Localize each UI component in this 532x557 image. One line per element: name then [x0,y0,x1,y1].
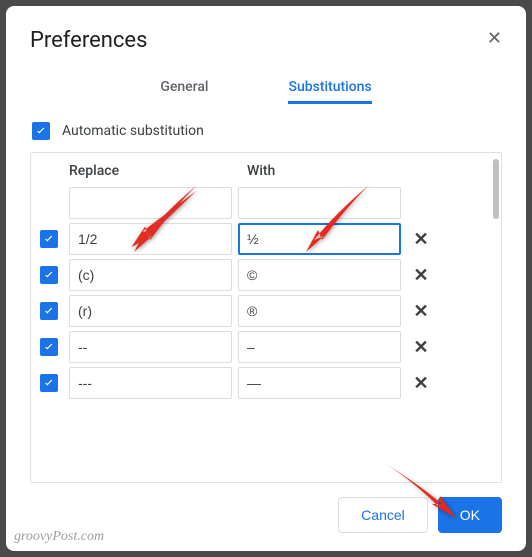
preferences-dialog: Preferences ✕ General Substitutions Auto… [6,6,526,551]
with-input[interactable] [238,295,401,327]
replace-input[interactable] [69,259,232,291]
column-replace-header: Replace [69,163,237,179]
with-input[interactable] [238,259,401,291]
check-icon [42,232,56,246]
delete-row-icon[interactable]: ✕ [407,229,435,250]
row-checkbox[interactable] [40,338,58,356]
delete-row-icon[interactable]: ✕ [407,337,435,358]
check-icon [42,304,56,318]
table-row [35,185,497,221]
table-row: ✕ [35,365,497,401]
tabs: General Substitutions [30,73,502,104]
check-icon [42,268,56,282]
with-input[interactable] [238,331,401,363]
replace-input[interactable] [69,331,232,363]
close-icon[interactable]: ✕ [487,28,502,49]
dialog-title: Preferences [30,28,502,53]
row-checkbox[interactable] [40,230,58,248]
tab-substitutions[interactable]: Substitutions [288,73,371,104]
replace-input[interactable] [69,295,232,327]
substitutions-table: Replace With ✕ ✕ ✕ ✕ ✕ [30,152,502,483]
table-row: ✕ [35,329,497,365]
check-icon [34,124,48,138]
replace-input[interactable] [69,187,232,219]
table-row: ✕ [35,293,497,329]
table-row: ✕ [35,257,497,293]
row-checkbox[interactable] [40,266,58,284]
delete-row-icon[interactable]: ✕ [407,301,435,322]
delete-row-icon[interactable]: ✕ [407,373,435,394]
cancel-button[interactable]: Cancel [338,497,428,533]
watermark: groovyPost.com [14,529,104,545]
auto-substitution-checkbox[interactable] [32,122,50,140]
with-input[interactable] [238,223,401,255]
tab-general[interactable]: General [160,73,208,104]
row-checkbox[interactable] [40,302,58,320]
scrollbar[interactable] [493,159,499,219]
check-icon [42,376,56,390]
with-input[interactable] [238,187,401,219]
delete-row-icon[interactable]: ✕ [407,265,435,286]
table-row: ✕ [35,221,497,257]
ok-button[interactable]: OK [438,497,502,533]
replace-input[interactable] [69,223,232,255]
column-with-header: With [247,163,415,179]
replace-input[interactable] [69,367,232,399]
with-input[interactable] [238,367,401,399]
row-checkbox[interactable] [40,374,58,392]
auto-substitution-label: Automatic substitution [62,123,204,139]
check-icon [42,340,56,354]
